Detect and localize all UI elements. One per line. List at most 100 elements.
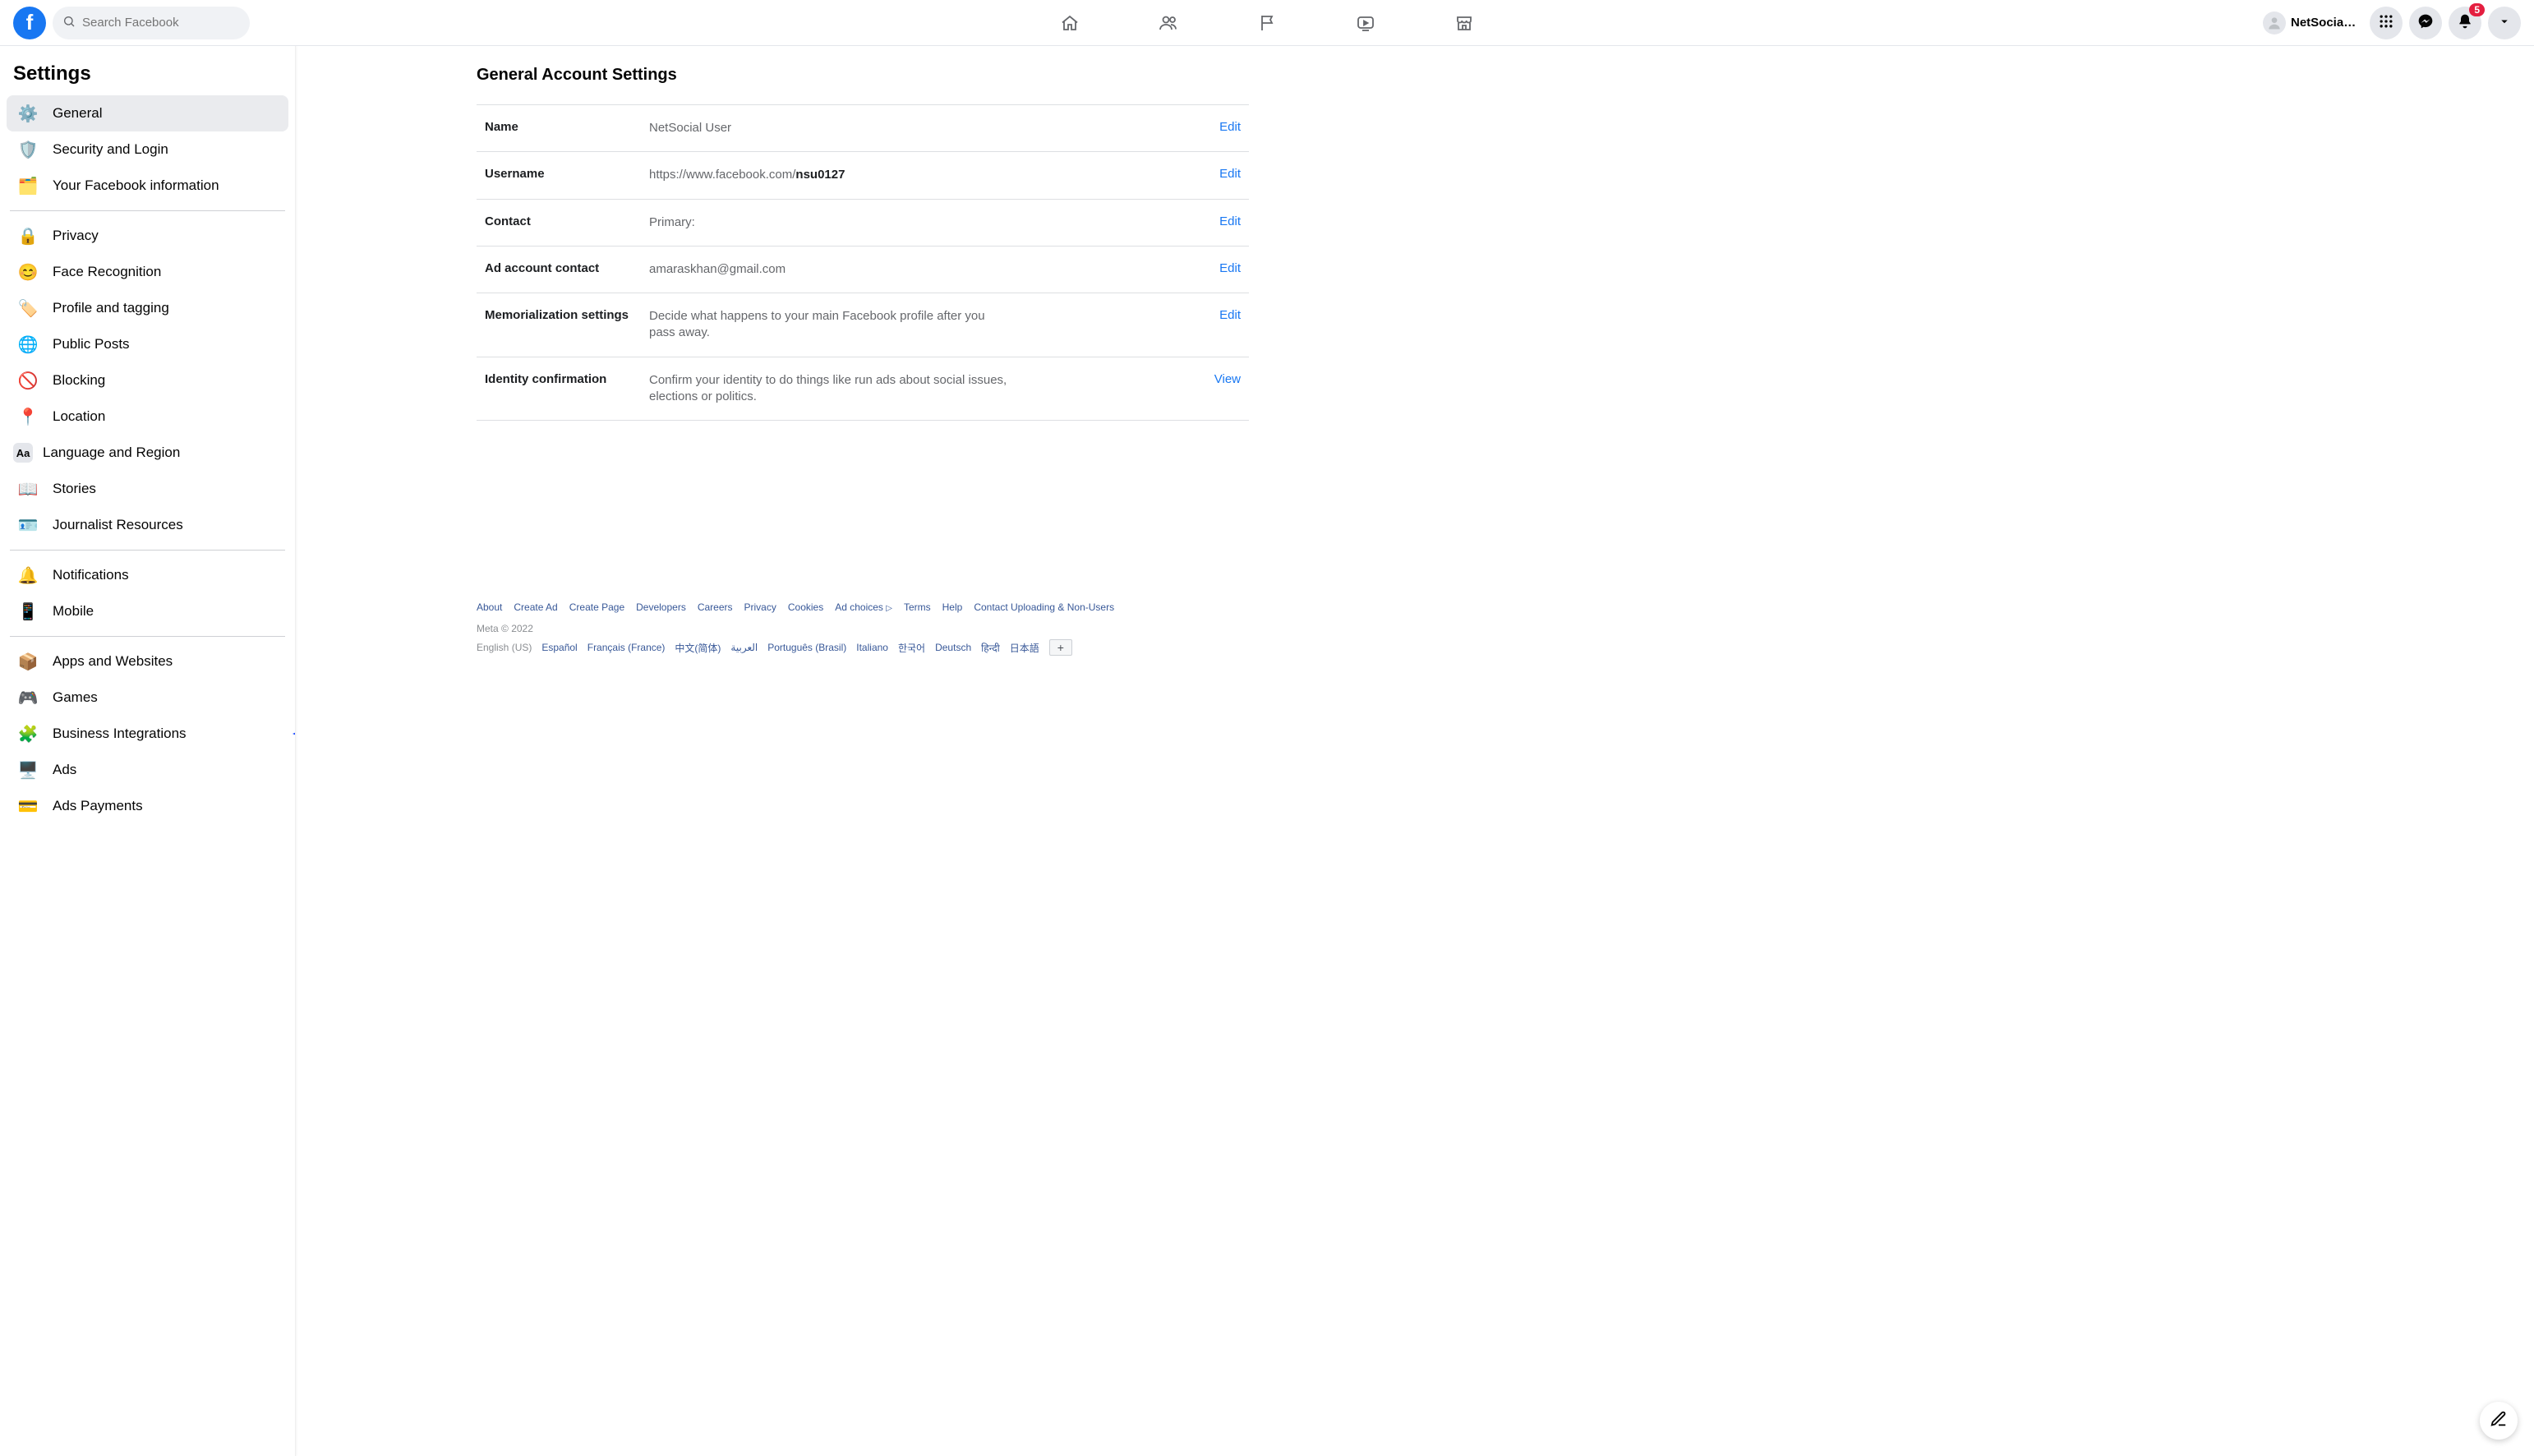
lang-link[interactable]: 日本語 [1010, 641, 1039, 655]
stories-icon: 📖 [13, 474, 43, 504]
setting-label: Contact [485, 214, 649, 228]
sidebar-item-label: Ads Payments [53, 798, 143, 814]
footer-link-developers[interactable]: Developers [636, 601, 686, 613]
sidebar-item-label: Your Facebook information [53, 177, 219, 194]
tab-home[interactable] [1024, 2, 1116, 44]
sidebar-item-face-recognition[interactable]: 😊 Face Recognition [7, 254, 288, 290]
footer-link-careers[interactable]: Careers [698, 601, 733, 613]
lang-link[interactable]: हिन्दी [981, 641, 1000, 655]
tab-friends[interactable] [1122, 2, 1214, 44]
menu-button[interactable] [2370, 7, 2403, 39]
setting-action-edit[interactable]: Edit [1219, 120, 1241, 134]
notifications-icon: 🔔 [13, 560, 43, 590]
sidebar-item-profile-and-tagging[interactable]: 🏷️ Profile and tagging [7, 290, 288, 326]
tab-marketplace[interactable] [1418, 2, 1510, 44]
notifications-button[interactable]: 5 [2449, 7, 2481, 39]
profile-and-tagging-icon: 🏷️ [13, 293, 43, 323]
bell-icon [2457, 13, 2473, 33]
sidebar-item-notifications[interactable]: 🔔Notifications [7, 557, 288, 593]
sidebar-item-mobile[interactable]: 📱Mobile [7, 593, 288, 629]
sidebar-item-label: Security and Login [53, 141, 168, 158]
sidebar-item-label: Stories [53, 481, 96, 497]
tab-watch[interactable] [1320, 2, 1412, 44]
setting-action-edit[interactable]: Edit [1219, 214, 1241, 228]
setting-action-view[interactable]: View [1214, 372, 1241, 386]
lang-link[interactable]: Español [541, 642, 577, 653]
sidebar-item-business-integrations[interactable]: 🧩Business Integrations [7, 716, 288, 752]
setting-label: Memorialization settings [485, 308, 649, 322]
profile-chip[interactable]: NetSocial ... [2260, 8, 2363, 38]
lang-link[interactable]: 한국어 [898, 641, 925, 655]
sidebar-item-apps-and-websites[interactable]: 📦Apps and Websites [7, 643, 288, 680]
lang-link[interactable]: Italiano [856, 642, 888, 653]
sidebar-item-your-facebook-information[interactable]: 🗂️ Your Facebook information [7, 168, 288, 204]
apps-and-websites-icon: 📦 [13, 647, 43, 676]
setting-value: amaraskhan@gmail.com [649, 261, 1011, 278]
setting-label: Identity confirmation [485, 372, 649, 386]
sidebar-item-public-posts[interactable]: 🌐Public Posts [7, 326, 288, 362]
language-and-region-icon: Aa [13, 443, 33, 463]
footer-link-cookies[interactable]: Cookies [788, 601, 823, 613]
compose-fab[interactable] [2480, 1402, 2518, 1440]
lang-add-button[interactable]: + [1049, 639, 1072, 656]
search-icon [62, 15, 76, 31]
ads-payments-icon: 💳 [13, 791, 43, 821]
search-input[interactable] [82, 16, 240, 30]
sidebar-item-blocking[interactable]: 🚫Blocking [7, 362, 288, 399]
footer-link-terms[interactable]: Terms [904, 601, 931, 613]
compose-icon [2490, 1410, 2508, 1431]
lang-link[interactable]: العربية [730, 642, 758, 653]
face-recognition-icon: 😊 [13, 257, 43, 287]
setting-action-edit[interactable]: Edit [1219, 167, 1241, 181]
sidebar-item-label: Profile and tagging [53, 300, 169, 316]
tab-pages[interactable] [1221, 2, 1313, 44]
lang-link[interactable]: Deutsch [935, 642, 971, 653]
setting-row-name: NameNetSocial UserEdit [477, 105, 1249, 152]
sidebar-item-stories[interactable]: 📖 Stories [7, 471, 288, 507]
setting-value: NetSocial User [649, 120, 1011, 136]
lang-link[interactable]: Português (Brasil) [767, 642, 846, 653]
sidebar-item-privacy[interactable]: 🔒Privacy [7, 218, 288, 254]
lang-link[interactable]: Français (France) [587, 642, 666, 653]
setting-label: Ad account contact [485, 261, 649, 275]
footer-link-ad-choices[interactable]: Ad choices ▷ [835, 601, 892, 613]
setting-row-ad-account-contact: Ad account contactamaraskhan@gmail.com Ed… [477, 247, 1249, 293]
setting-value: Confirm your identity to do things like … [649, 372, 1011, 406]
footer-link-about[interactable]: About [477, 601, 502, 613]
games-icon: 🎮 [13, 683, 43, 712]
messenger-button[interactable] [2409, 7, 2442, 39]
settings-table: NameNetSocial UserEditUsernamehttps://ww… [477, 104, 1249, 421]
sidebar-item-label: Face Recognition [53, 264, 161, 280]
lang-link[interactable]: 中文(简体) [675, 641, 721, 655]
account-button[interactable] [2488, 7, 2521, 39]
sidebar-item-ads-payments[interactable]: 💳 Ads Payments [7, 788, 288, 824]
footer-link-create-ad[interactable]: Create Ad [514, 601, 557, 613]
sidebar-item-label: Blocking [53, 372, 105, 389]
grid-icon [2378, 13, 2394, 33]
sidebar-item-location[interactable]: 📍Location [7, 399, 288, 435]
top-right: NetSocial ... 5 [2260, 7, 2521, 39]
sidebar-item-ads[interactable]: 🖥️Ads [7, 752, 288, 788]
footer-link-contact-uploading-non-users[interactable]: Contact Uploading & Non-Users [974, 601, 1114, 613]
sidebar-item-security-and-login[interactable]: 🛡️ Security and Login [7, 131, 288, 168]
sidebar-item-journalist-resources[interactable]: 🪪Journalist Resources [7, 507, 288, 543]
general-icon: ⚙️ [13, 99, 43, 128]
sidebar-item-label: Ads [53, 762, 76, 778]
setting-action-edit[interactable]: Edit [1219, 261, 1241, 275]
footer-link-help[interactable]: Help [942, 601, 963, 613]
sidebar-item-general[interactable]: ⚙️General [7, 95, 288, 131]
facebook-logo[interactable]: f [13, 7, 46, 39]
search-box[interactable] [53, 7, 250, 39]
notification-badge: 5 [2469, 3, 2485, 16]
top-nav: f NetSocial ... [0, 0, 2534, 46]
footer-link-create-page[interactable]: Create Page [569, 601, 624, 613]
sidebar-item-games[interactable]: 🎮Games [7, 680, 288, 716]
settings-sidebar: Settings ⚙️General🛡️Security and Login🗂️… [0, 46, 296, 1456]
your-facebook-information-icon: 🗂️ [13, 171, 43, 200]
footer-link-privacy[interactable]: Privacy [744, 601, 776, 613]
setting-row-username: Usernamehttps://www.facebook.com/nsu0127… [477, 152, 1249, 199]
sidebar-item-language-and-region[interactable]: AaLanguage and Region [7, 435, 288, 471]
setting-action-edit[interactable]: Edit [1219, 308, 1241, 322]
sidebar-item-label: Public Posts [53, 336, 130, 352]
security-and-login-icon: 🛡️ [13, 135, 43, 164]
